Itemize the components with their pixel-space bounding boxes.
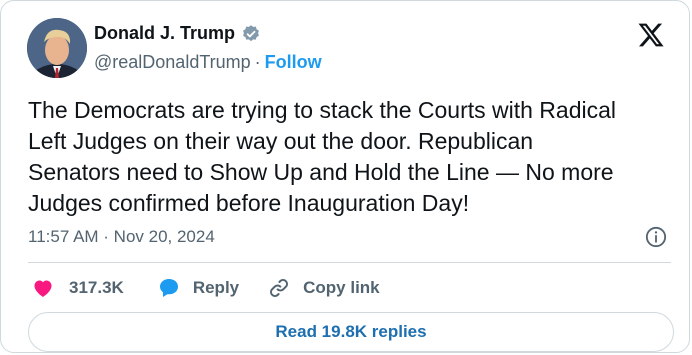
separator: · [254, 52, 261, 72]
link-icon [267, 276, 291, 300]
copy-link-button[interactable]: Copy link [267, 276, 380, 300]
avatar[interactable] [27, 18, 87, 78]
tweet-card: Donald J. Trump @realDonaldTrump · Follow … [0, 0, 690, 353]
read-replies-button[interactable]: Read 19.8K replies [28, 312, 674, 352]
tweet-text: The Democrats are trying to stack the Co… [28, 97, 617, 216]
author-row: Donald J. Trump [94, 23, 261, 44]
tweet-timestamp[interactable]: 11:57 AM · Nov 20, 2024 [28, 227, 215, 247]
author-name[interactable]: Donald J. Trump [94, 23, 235, 44]
reply-button[interactable]: Reply [157, 276, 239, 300]
likes-count: 317.3K [69, 278, 124, 297]
handle-row: @realDonaldTrump · Follow [94, 52, 322, 73]
like-button[interactable]: 317.3K [31, 276, 124, 300]
copy-link-label: Copy link [303, 278, 380, 297]
reply-label: Reply [192, 278, 240, 297]
info-icon[interactable] [645, 226, 667, 248]
divider [28, 262, 671, 263]
follow-button[interactable]: Follow [265, 52, 322, 72]
action-bar: 317.3K Reply Copy link [31, 276, 380, 300]
speech-bubble-icon [157, 276, 181, 300]
x-logo-icon[interactable] [637, 21, 665, 49]
heart-icon [31, 276, 55, 300]
verified-badge-icon [241, 24, 261, 44]
author-handle[interactable]: @realDonaldTrump [94, 52, 251, 72]
